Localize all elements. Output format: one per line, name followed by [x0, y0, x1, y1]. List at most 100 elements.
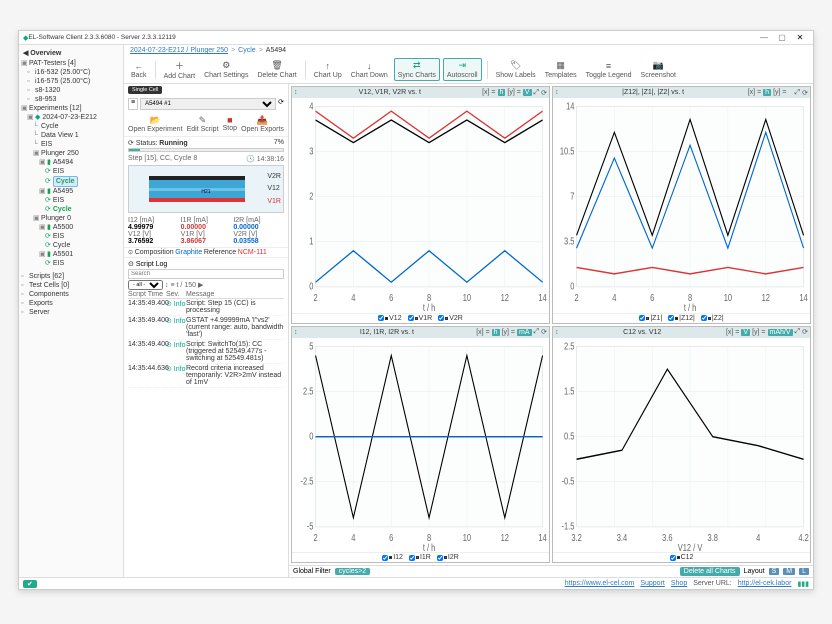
- maximize-button[interactable]: ▢: [773, 33, 791, 42]
- templates-button[interactable]: ▦Templates: [542, 59, 580, 80]
- x-unit[interactable]: h: [492, 329, 500, 336]
- crumb-link[interactable]: 2024-07-23-E212 / Plunger 250: [130, 47, 228, 54]
- chart-refresh-icon[interactable]: ⟳: [802, 328, 808, 336]
- crumb-link[interactable]: Cycle: [238, 47, 256, 54]
- legend-toggle[interactable]: [438, 315, 444, 321]
- tree-plunger[interactable]: ▣Plunger 250: [33, 149, 121, 158]
- global-filter-badge[interactable]: cycles>2: [335, 568, 370, 575]
- legend-toggle[interactable]: [408, 315, 414, 321]
- move-chart-icon[interactable]: ↕: [294, 329, 298, 336]
- tree-item[interactable]: └EIS: [33, 140, 121, 149]
- tree-eis[interactable]: ⟳EIS: [45, 196, 121, 205]
- minimize-button[interactable]: —: [755, 33, 773, 42]
- layout-l-button[interactable]: L: [799, 568, 809, 575]
- log-search-input[interactable]: [128, 269, 284, 279]
- legend-toggle[interactable]: [639, 315, 645, 321]
- show-labels-button[interactable]: 🏷Show Labels: [493, 59, 539, 80]
- y-unit[interactable]: mAh/V: [768, 329, 793, 336]
- menu-icon[interactable]: ≡: [128, 98, 138, 110]
- y-unit[interactable]: V: [523, 89, 532, 96]
- stop-button[interactable]: ■Stop: [223, 115, 237, 133]
- chart-autoscale-icon[interactable]: ⤢: [534, 89, 540, 97]
- sync-charts-button[interactable]: ⇄Sync Charts: [394, 58, 440, 81]
- tree-tester[interactable]: ▫i16-575 (25.00°C): [27, 77, 121, 86]
- tree-components[interactable]: ▫Components: [21, 290, 121, 299]
- toggle-legend-button[interactable]: ≡Toggle Legend: [583, 60, 635, 80]
- shop-link[interactable]: Shop: [671, 580, 687, 587]
- delete-chart-button[interactable]: 🗑Delete Chart: [254, 59, 299, 80]
- move-chart-icon[interactable]: ↕: [555, 329, 559, 336]
- tree-scripts[interactable]: ▫Scripts [62]: [21, 272, 121, 281]
- tree-eis[interactable]: ⟳EIS: [45, 232, 121, 241]
- edit-script-button[interactable]: ✎Edit Script: [187, 115, 219, 133]
- refresh-icon[interactable]: ⟳: [278, 98, 284, 110]
- composition-row[interactable]: ⊙ Composition Graphite Reference NCM-111: [124, 247, 288, 257]
- legend-toggle[interactable]: [409, 555, 415, 561]
- move-chart-icon[interactable]: ↕: [294, 89, 298, 96]
- open-experiment-button[interactable]: 📂Open Experiment: [128, 115, 182, 133]
- log-row[interactable]: 14:35:49.400⊙ InfoScript: Step 15 (CC) i…: [128, 299, 284, 316]
- channel-select[interactable]: A5494 #1: [140, 98, 276, 110]
- tree-tester[interactable]: ▫s8-953: [27, 95, 121, 104]
- legend-toggle[interactable]: [382, 555, 388, 561]
- tree-a5494[interactable]: ▣▮A5494: [39, 158, 121, 167]
- layout-s-button[interactable]: S: [769, 568, 780, 575]
- tree-pat-testers[interactable]: ▣PAT-Testers [4]: [21, 59, 121, 68]
- server-url-link[interactable]: http://el-cek.labor: [738, 580, 792, 587]
- single-cell-tab[interactable]: Single Cell: [128, 86, 162, 94]
- tree-exports[interactable]: ▫Exports: [21, 299, 121, 308]
- close-button[interactable]: ✕: [791, 33, 809, 42]
- tree-a5495[interactable]: ▣▮A5495: [39, 187, 121, 196]
- legend-toggle[interactable]: [378, 315, 384, 321]
- tree-item[interactable]: └Data View 1: [33, 131, 121, 140]
- chart-plot[interactable]: 246810121401234t / h: [292, 98, 549, 313]
- screenshot-button[interactable]: 📷Screenshot: [638, 59, 679, 80]
- move-chart-icon[interactable]: ↕: [555, 89, 559, 96]
- support-link[interactable]: Support: [640, 580, 665, 587]
- tree-eis[interactable]: ⟳EIS: [45, 167, 121, 176]
- next-page-icon[interactable]: ▶: [198, 281, 203, 289]
- log-row[interactable]: 14:35:49.400⊙ InfoGSTAT +4.99999mA 'I"vs…: [128, 316, 284, 340]
- tree-cycle[interactable]: ⟳Cycle: [45, 205, 121, 214]
- chart-plot[interactable]: 3.23.43.63.844.2-1.5-0.50.51.52.5V12 / V: [553, 338, 810, 553]
- tree-tester[interactable]: ▫i16-532 (25.00°C): [27, 68, 121, 77]
- tree-exp-root[interactable]: ▣◆2024-07-23-E212: [27, 113, 121, 122]
- tree-cycle-selected[interactable]: ⟳Cycle: [45, 176, 121, 187]
- back-button[interactable]: ←Back: [128, 60, 150, 80]
- chart-plot[interactable]: 2468101214-5-2.502.55t / h: [292, 338, 549, 553]
- tree-a5501[interactable]: ▣▮A5501: [39, 250, 121, 259]
- tree-cycle[interactable]: ⟳Cycle: [45, 241, 121, 250]
- chart-plot[interactable]: 246810121403.5710.514t / h: [553, 98, 810, 313]
- delete-all-charts-button[interactable]: Delete all Charts: [680, 567, 740, 576]
- x-unit[interactable]: h: [763, 89, 771, 96]
- tree-item[interactable]: └Cycle: [33, 122, 121, 131]
- open-exports-button[interactable]: 📤Open Exports: [241, 115, 284, 133]
- chart-autoscale-icon[interactable]: ⤢: [795, 89, 801, 97]
- tree-server[interactable]: ▫Server: [21, 308, 121, 317]
- layout-m-button[interactable]: M: [783, 568, 795, 575]
- chart-up-button[interactable]: ↑Chart Up: [311, 60, 345, 80]
- overview-header[interactable]: ◀ Overview: [19, 47, 123, 59]
- legend-toggle[interactable]: [437, 555, 443, 561]
- log-row[interactable]: 14:35:49.400⊙ InfoScript: SwitchTo(15): …: [128, 340, 284, 364]
- tree-plunger0[interactable]: ▣Plunger 0: [33, 214, 121, 223]
- autoscroll-button[interactable]: ⇥Autoscroll: [443, 58, 482, 81]
- chart-settings-button[interactable]: ⚙Chart Settings: [201, 59, 251, 80]
- tree-eis[interactable]: ⟳EIS: [45, 259, 121, 268]
- log-filter-select[interactable]: - all -: [128, 280, 163, 290]
- tree-tester[interactable]: ▫s8-1320: [27, 86, 121, 95]
- website-link[interactable]: https://www.el-cel.com: [565, 580, 635, 587]
- x-unit[interactable]: V: [741, 329, 750, 336]
- add-chart-button[interactable]: ＋Add Chart: [161, 58, 199, 81]
- chart-autoscale-icon[interactable]: ⤢: [534, 328, 540, 336]
- chart-refresh-icon[interactable]: ⟳: [802, 89, 808, 97]
- tree-experiments[interactable]: ▣Experiments [12]: [21, 104, 121, 113]
- legend-toggle[interactable]: [701, 315, 707, 321]
- y-unit[interactable]: mA: [517, 329, 532, 336]
- chart-refresh-icon[interactable]: ⟳: [541, 89, 547, 97]
- log-row[interactable]: 14:35:44.636⊙ InfoRecord criteria increa…: [128, 364, 284, 388]
- tree-testcells[interactable]: ▫Test Cells [0]: [21, 281, 121, 290]
- legend-toggle[interactable]: [668, 315, 674, 321]
- tree-a5500[interactable]: ▣▮A5500: [39, 223, 121, 232]
- legend-toggle[interactable]: [670, 555, 676, 561]
